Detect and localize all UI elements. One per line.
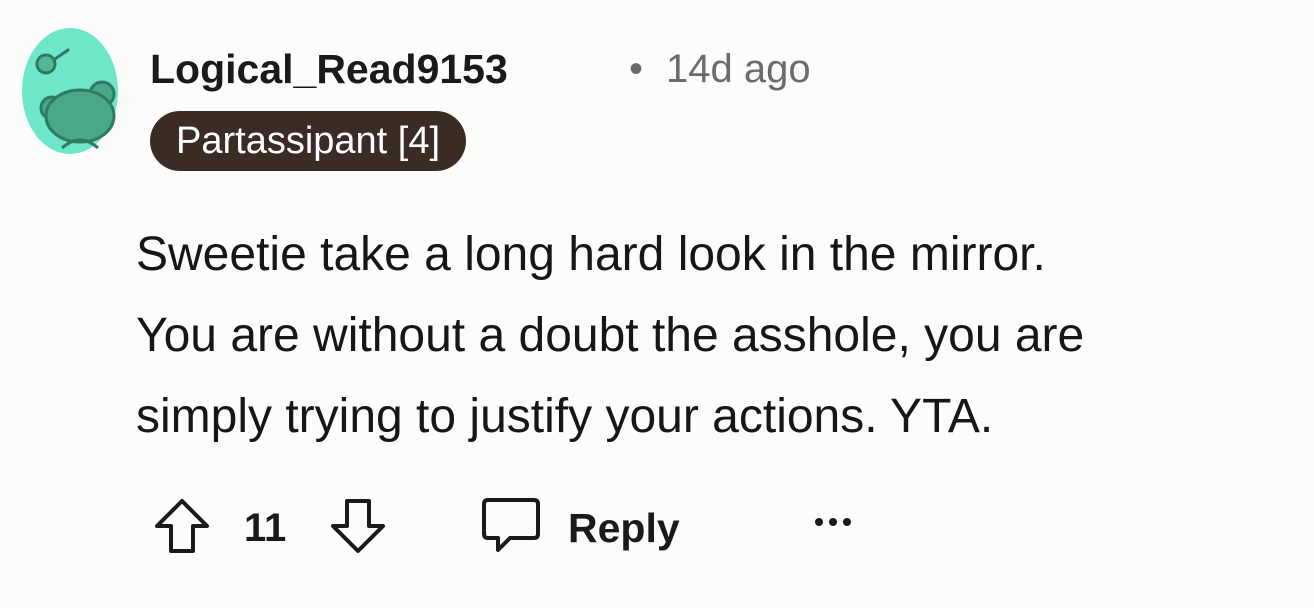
comment-timestamp[interactable]: 14d ago — [666, 44, 811, 94]
user-flair-badge: Partassipant [4] — [150, 111, 467, 171]
snoo-avatar-icon — [22, 28, 118, 154]
comment-text-line: Sweetie take a long hard look in the mir… — [136, 228, 1046, 281]
reply-button[interactable]: Reply — [568, 498, 680, 558]
arrow-down-icon[interactable] — [328, 496, 388, 556]
arrow-up-icon[interactable] — [152, 496, 212, 556]
vote-count: 11 — [244, 506, 287, 550]
comment-text-line: simply trying to justify your actions. Y… — [136, 390, 994, 443]
comment-text-line: You are without a doubt the asshole, you… — [136, 309, 1085, 362]
avatar[interactable] — [22, 28, 118, 154]
comment-body: Sweetie take a long hard look in the mir… — [136, 214, 1296, 457]
meta-separator: • — [629, 47, 644, 91]
ellipsis-icon[interactable] — [812, 510, 854, 534]
comment-author[interactable]: Logical_Read9153 — [150, 44, 508, 94]
speech-bubble-icon[interactable] — [480, 496, 542, 556]
